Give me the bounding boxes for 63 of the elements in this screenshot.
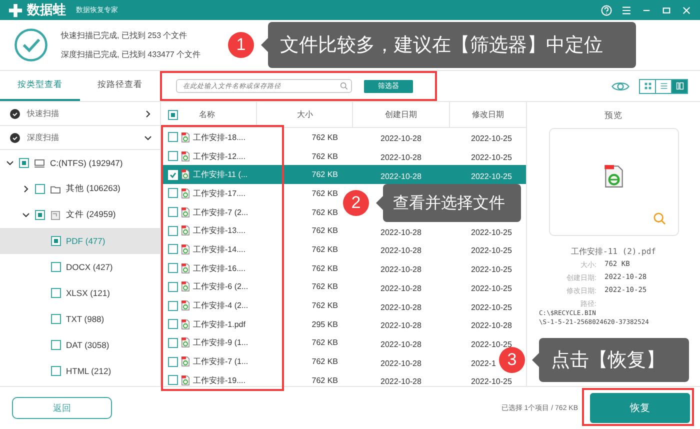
modified-date: 2022-10-25: [471, 377, 512, 386]
file-size: 762 KB: [310, 264, 339, 273]
file-name: 工作安排-17....: [193, 188, 246, 199]
file-size: 762 KB: [310, 170, 339, 180]
file-name: 工作安排-18....: [193, 132, 246, 143]
callout-text: 文件比较多，建议在【筛选器】中定位: [280, 34, 603, 58]
file-name: 工作安排-11 (...: [193, 169, 248, 180]
created-date: 2022-10-28: [380, 377, 422, 386]
created-date: 2022-10-28: [380, 246, 422, 256]
file-name: 工作安排-19....: [193, 374, 246, 386]
modified-date: 2022-10-25: [471, 265, 512, 274]
preview-file-name: 工作安排-11 (2).pdf: [571, 246, 656, 257]
created-date: 2022-10-28: [380, 340, 422, 349]
created-date: 2022-10-28: [380, 228, 422, 237]
created-date: 2022-10-28: [380, 302, 422, 312]
file-name: 工作安排-1.pdf: [193, 318, 246, 330]
modified-date: 2022-10-25: [471, 246, 512, 256]
file-size: 762 KB: [310, 208, 339, 217]
file-name: 工作安排-12....: [193, 150, 246, 162]
step-number-tooltip: 1: [228, 32, 254, 58]
file-name: 工作安排-13....: [193, 225, 246, 236]
step-number-tooltip: 2: [343, 190, 369, 216]
created-date: 2022-10-28: [380, 265, 422, 274]
scan-summary-text: 快速扫描已完成, 已找到 253 个文件: [61, 30, 188, 41]
modified-date: 2022-10-25: [471, 228, 512, 237]
scan-summary-text: 深度扫描已完成, 已找到 433477 个文件: [61, 49, 201, 60]
file-size: 762 KB: [310, 376, 339, 385]
modified-date: 2022-10-25: [471, 153, 512, 162]
callout-text: 查看并选择文件: [393, 194, 505, 214]
file-name: 工作安排-16....: [193, 262, 246, 274]
file-size: 762 KB: [310, 357, 339, 366]
file-name: 工作安排-7 (2...: [193, 206, 248, 218]
file-size: 762 KB: [310, 244, 339, 254]
modified-date: 2022-10-25: [471, 172, 512, 181]
created-date: 2022-10-28: [380, 134, 422, 144]
modified-date: 2022-1: [471, 358, 496, 368]
file-size: 762 KB: [310, 132, 339, 142]
file-name: 工作安排-6 (2...: [193, 281, 248, 292]
file-name: 工作安排-9 (1...: [193, 337, 248, 348]
file-size: 762 KB: [310, 226, 339, 236]
created-date: 2022-10-28: [380, 358, 422, 368]
file-name: 工作安排-14....: [193, 244, 246, 255]
file-name: 工作安排-7 (1...: [193, 356, 248, 368]
file-name: 工作安排-4 (2...: [193, 300, 248, 312]
file-size: 295 KB: [310, 320, 339, 329]
created-date: 2022-10-28: [380, 153, 422, 162]
step-number-tooltip: 3: [499, 347, 525, 373]
created-date: 2022-10-28: [380, 284, 422, 293]
file-size: 762 KB: [310, 338, 339, 348]
preview-title: 预览: [604, 110, 622, 122]
modified-date: 2022-10-28: [471, 321, 512, 330]
file-size: 762 KB: [310, 152, 339, 161]
modified-date: 2022-10-25: [471, 302, 512, 312]
file-size: 762 KB: [310, 282, 339, 292]
file-size: 762 KB: [310, 301, 339, 310]
modified-date: 2022-10-25: [471, 134, 512, 144]
app-name: 数据蛙: [27, 1, 66, 19]
modified-date: 2022-10-25: [471, 340, 512, 349]
callout-text: 点击【恢复】: [551, 349, 665, 373]
file-size: 762 KB: [310, 188, 339, 198]
created-date: 2022-10-28: [380, 321, 422, 330]
modified-date: 2022-10-25: [471, 284, 512, 293]
created-date: 2022-10-28: [380, 172, 422, 181]
